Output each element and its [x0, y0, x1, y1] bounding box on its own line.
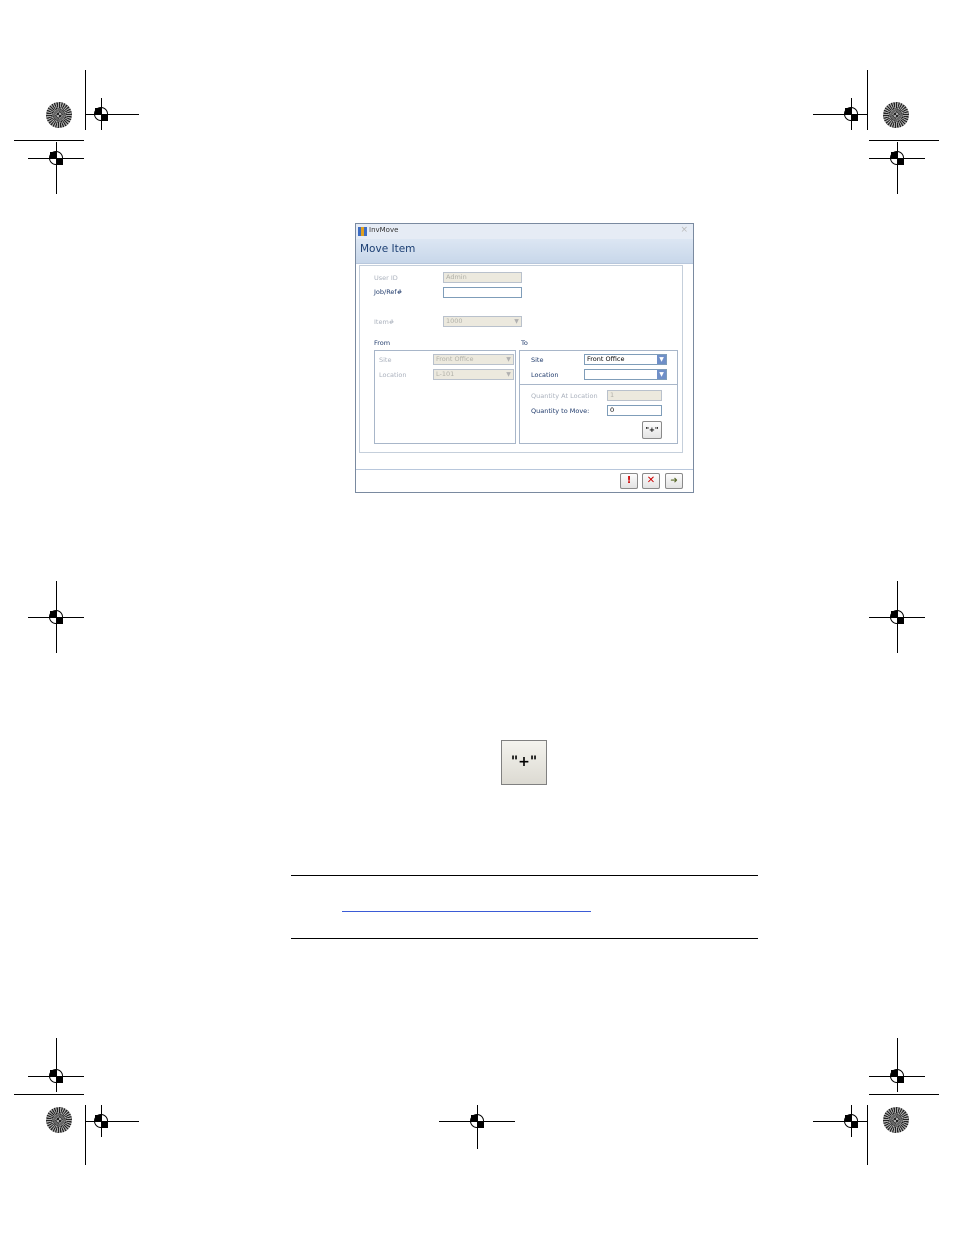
chevron-down-icon[interactable]: ▼ — [657, 370, 666, 379]
exit-door-icon: ➜ — [670, 476, 678, 486]
from-group-label: From — [374, 339, 391, 347]
to-site-label: Site — [531, 356, 544, 364]
registration-star-icon — [883, 1107, 909, 1133]
qty-at-location-field: 1 — [607, 390, 662, 401]
to-group: Site Front Office ▼ Location ▼ Quantity … — [519, 350, 678, 444]
from-group: Site Front Office ▼ Location L-101 ▼ — [374, 350, 516, 444]
to-location-select[interactable]: ▼ — [584, 369, 667, 380]
to-location-label: Location — [531, 371, 559, 379]
chevron-down-icon: ▼ — [506, 356, 511, 363]
qty-at-location-label: Quantity At Location — [531, 392, 598, 400]
chevron-down-icon: ▼ — [506, 371, 511, 378]
from-site-select: Front Office ▼ — [433, 354, 514, 365]
window-titlebar: InvMove × — [356, 224, 693, 239]
exclamation-button[interactable]: ! — [620, 473, 638, 489]
app-icon — [358, 227, 367, 236]
exit-button[interactable]: ➜ — [665, 473, 683, 489]
item-select: 1000 ▼ — [443, 316, 522, 327]
cancel-x-icon: ✕ — [646, 475, 656, 486]
exclamation-icon: ! — [626, 475, 632, 486]
add-button-illustration: "+" — [501, 740, 547, 785]
from-location-value: L-101 — [436, 370, 455, 378]
chevron-down-icon: ▼ — [514, 318, 519, 325]
invmove-window: InvMove × Move Item User ID Admin Job/Re… — [355, 223, 694, 493]
to-group-label: To — [521, 339, 528, 347]
job-ref-label: Job/Ref# — [374, 288, 403, 296]
from-site-label: Site — [379, 356, 392, 364]
to-site-value: Front Office — [587, 355, 625, 363]
form-title: Move Item — [360, 243, 416, 255]
window-title: InvMove — [369, 226, 399, 234]
from-location-label: Location — [379, 371, 407, 379]
qty-to-move-label: Quantity to Move: — [531, 407, 590, 415]
cancel-button[interactable]: ✕ — [642, 473, 660, 489]
note-link-underline — [342, 911, 591, 912]
item-label: Item# — [374, 318, 395, 326]
from-location-select: L-101 ▼ — [433, 369, 514, 380]
registration-star-icon — [46, 1107, 72, 1133]
add-button[interactable]: "+" — [642, 421, 662, 439]
registration-star-icon — [46, 102, 72, 128]
qty-to-move-input[interactable]: 0 — [607, 405, 662, 416]
form-panel: User ID Admin Job/Ref# Item# 1000 ▼ From… — [359, 265, 683, 453]
registration-star-icon — [883, 102, 909, 128]
to-group-divider — [520, 384, 677, 385]
footer-divider — [356, 469, 693, 470]
chevron-down-icon[interactable]: ▼ — [657, 355, 666, 364]
user-id-label: User ID — [374, 274, 398, 282]
to-site-select[interactable]: Front Office ▼ — [584, 354, 667, 365]
item-select-value: 1000 — [446, 317, 463, 325]
job-ref-input[interactable] — [443, 287, 522, 298]
note-top-rule — [291, 875, 758, 876]
close-icon[interactable]: × — [680, 225, 688, 235]
user-id-field: Admin — [443, 272, 522, 283]
from-site-value: Front Office — [436, 355, 474, 363]
note-bottom-rule — [291, 938, 758, 939]
